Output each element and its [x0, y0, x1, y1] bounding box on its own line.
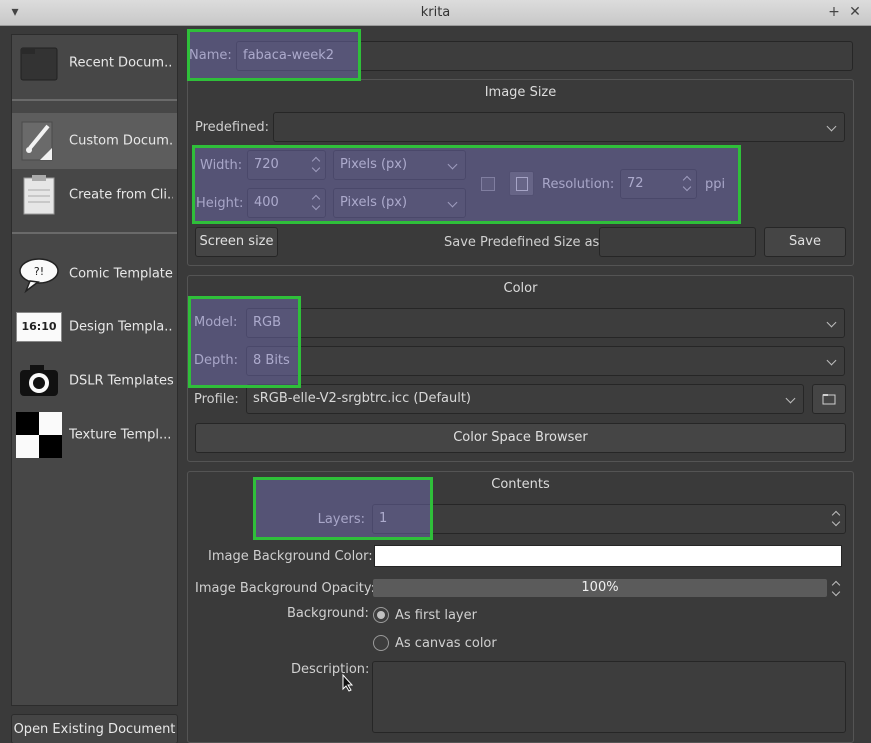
- width-spinbox[interactable]: 720: [247, 150, 326, 180]
- window-title: krita: [420, 5, 451, 20]
- layers-spin-arrows-icon[interactable]: [831, 508, 841, 530]
- predefined-label: Predefined:: [195, 120, 269, 135]
- color-space-browser-button[interactable]: Color Space Browser: [195, 423, 846, 453]
- sidebar-divider: [12, 99, 177, 101]
- layers-value: 1: [379, 511, 388, 526]
- title-bar: ▾ krita + ✕: [0, 0, 871, 26]
- template-sidebar: Recent Docum... Custom Docum... Create f…: [11, 34, 178, 706]
- speech-bubble-icon: ?!: [19, 258, 59, 294]
- layers-spinbox[interactable]: 1: [372, 504, 846, 534]
- model-label: Model:: [194, 315, 238, 330]
- sidebar-item-clipboard[interactable]: Create from Cli...: [12, 167, 177, 223]
- profile-label: Profile:: [194, 392, 239, 407]
- height-spinbox[interactable]: 400: [247, 188, 326, 218]
- sidebar-item-dslr[interactable]: DSLR Templates: [12, 353, 177, 409]
- sidebar-item-label: Custom Docum...: [69, 133, 173, 149]
- keep-above-icon[interactable]: +: [825, 3, 843, 21]
- predefined-select[interactable]: [273, 112, 845, 142]
- sidebar-item-design[interactable]: 16:10 Design Templa...: [12, 299, 177, 355]
- description-label: Description:: [291, 662, 370, 677]
- resolution-unit: ppi: [705, 177, 726, 192]
- depth-select[interactable]: 8 Bits: [246, 346, 845, 376]
- resolution-label: Resolution:: [542, 177, 615, 192]
- bg-opacity-label: Image Background Opacity:: [195, 581, 375, 596]
- as-canvas-color-radio[interactable]: [373, 635, 389, 651]
- profile-select[interactable]: sRGB-elle-V2-srgbtrc.icc (Default): [246, 384, 804, 414]
- color-title: Color: [503, 281, 538, 296]
- layers-label: Layers:: [317, 512, 365, 527]
- model-select[interactable]: RGB: [246, 308, 845, 338]
- folder-icon: [822, 394, 836, 405]
- resolution-value: 72: [627, 176, 644, 191]
- width-label: Width:: [200, 158, 243, 173]
- height-value: 400: [254, 195, 279, 210]
- ratio-badge-icon: 16:10: [16, 312, 62, 342]
- as-first-layer-radio[interactable]: [373, 607, 389, 623]
- width-value: 720: [254, 157, 279, 172]
- mouse-cursor-icon: [342, 674, 354, 692]
- bg-color-swatch[interactable]: [374, 545, 842, 567]
- sidebar-item-label: Design Templa...: [69, 319, 173, 335]
- sidebar-item-label: Create from Cli...: [69, 187, 173, 203]
- portrait-orientation-icon[interactable]: [509, 171, 534, 196]
- save-button[interactable]: Save: [764, 227, 846, 257]
- bg-opacity-slider[interactable]: 100%: [373, 579, 827, 597]
- resolution-spinbox[interactable]: 72: [620, 169, 697, 199]
- profile-folder-button[interactable]: [812, 384, 846, 414]
- name-label: Name:: [189, 48, 232, 63]
- save-predefined-label: Save Predefined Size as:: [444, 235, 604, 250]
- camera-icon: [20, 365, 58, 396]
- svg-text:?!: ?!: [34, 265, 44, 278]
- contents-title: Contents: [491, 477, 550, 492]
- bg-color-label: Image Background Color:: [208, 549, 373, 564]
- name-input[interactable]: fabaca-week2: [236, 41, 853, 71]
- depth-label: Depth:: [194, 353, 238, 368]
- sidebar-item-texture[interactable]: Texture Templ...: [12, 407, 177, 463]
- close-icon[interactable]: ✕: [846, 3, 864, 21]
- sidebar-item-label: Recent Docum...: [69, 55, 173, 71]
- width-unit-select[interactable]: Pixels (px): [333, 150, 466, 180]
- height-unit-select[interactable]: Pixels (px): [333, 188, 466, 218]
- open-existing-document-button[interactable]: Open Existing Document: [11, 714, 178, 743]
- description-textarea[interactable]: [372, 661, 846, 733]
- image-size-title: Image Size: [484, 85, 557, 100]
- opacity-spin-arrows-icon[interactable]: [831, 578, 841, 600]
- folder-icon: [20, 47, 58, 81]
- landscape-orientation-icon[interactable]: [481, 177, 495, 191]
- checkerboard-icon: [16, 412, 62, 458]
- sidebar-item-label: Comic Templates: [69, 266, 173, 282]
- sidebar-item-label: DSLR Templates: [69, 373, 173, 389]
- sidebar-item-comic[interactable]: ?! Comic Templates: [12, 246, 177, 302]
- background-label: Background:: [287, 606, 369, 621]
- sidebar-divider: [12, 232, 177, 234]
- resolution-spin-arrows-icon[interactable]: [682, 173, 692, 195]
- brush-document-icon: [21, 121, 53, 161]
- as-first-layer-label: As first layer: [395, 608, 477, 623]
- sidebar-item-custom[interactable]: Custom Docum...: [12, 113, 177, 169]
- height-label: Height:: [196, 196, 244, 211]
- height-spin-arrows-icon[interactable]: [311, 192, 321, 214]
- clipboard-icon: [23, 175, 55, 215]
- as-canvas-color-label: As canvas color: [395, 636, 497, 651]
- screen-size-button[interactable]: Screen size: [195, 227, 278, 257]
- save-predefined-input[interactable]: [599, 227, 756, 257]
- width-spin-arrows-icon[interactable]: [311, 154, 321, 176]
- sidebar-item-recent[interactable]: Recent Docum...: [12, 35, 177, 91]
- sidebar-item-label: Texture Templ...: [69, 427, 172, 443]
